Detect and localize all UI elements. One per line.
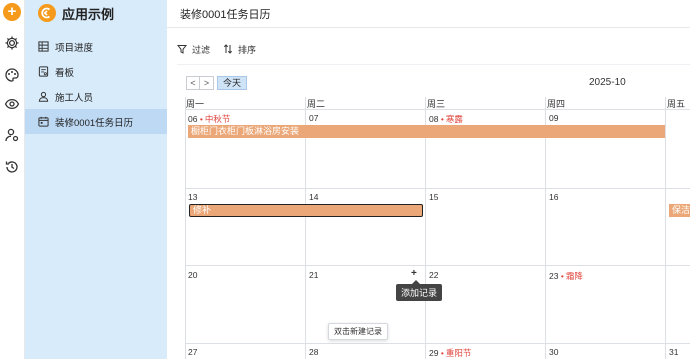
grid-line — [185, 265, 690, 266]
day-cell-date[interactable]: 06 中秋节 — [188, 113, 230, 125]
day-cell-date[interactable]: 27 — [188, 347, 197, 357]
holiday-label: 中秋节 — [200, 114, 231, 124]
event-bar[interactable]: 保洁 — [669, 204, 690, 217]
toolbar-divider — [177, 64, 690, 65]
filter-label: 过滤 — [192, 44, 211, 55]
sidebar-item-workers[interactable]: 施工人员 — [25, 84, 167, 109]
current-month: 2025-10 — [589, 77, 626, 88]
sidebar-item-task-calendar[interactable]: 装修0001任务日历 — [25, 109, 167, 134]
person-icon — [38, 91, 49, 102]
filter-button[interactable]: 过滤 — [177, 43, 210, 56]
filter-icon — [177, 45, 187, 54]
day-cell-date[interactable]: 31 — [669, 347, 678, 357]
holiday-label: 重阳节 — [441, 348, 472, 358]
settings-icon[interactable] — [4, 35, 20, 51]
sort-icon — [223, 44, 233, 54]
event-bar-selected[interactable]: 修补 — [189, 204, 423, 217]
day-cell-date[interactable]: 29 重阳节 — [429, 347, 471, 359]
app-logo-icon — [38, 4, 56, 22]
day-cell-date[interactable]: 23 霜降 — [549, 270, 583, 282]
next-month-button[interactable]: > — [200, 76, 214, 90]
holiday-label: 霜降 — [561, 271, 583, 281]
grid-line — [185, 109, 690, 110]
today-button[interactable]: 今天 — [217, 76, 248, 90]
sidebar-nav: 项目进度 看板 施工人员 装修0001任务日历 — [25, 34, 167, 134]
sidebar-item-label: 项目进度 — [55, 42, 94, 54]
history-icon[interactable] — [4, 159, 20, 175]
sidebar-item-board[interactable]: 看板 — [25, 59, 167, 84]
toolbar: 过滤 排序 — [177, 40, 269, 58]
day-cell-date[interactable]: 22 — [429, 270, 438, 280]
brand: 应用示例 — [38, 3, 114, 23]
day-cell-date[interactable]: 15 — [429, 192, 438, 202]
day-cell-date[interactable]: 30 — [549, 347, 558, 357]
prev-month-button[interactable]: < — [186, 76, 200, 90]
grid-icon — [38, 41, 49, 52]
sort-label: 排序 — [238, 44, 257, 55]
double-click-hint: 双击新建记录 — [328, 323, 388, 340]
calendar-grid: 周一 周二 周三 周四 周五 06 中秋节 07 08 寒露 09 橱柜门衣柜门… — [185, 97, 690, 359]
grid-line — [185, 97, 186, 359]
user-settings-icon[interactable] — [4, 127, 20, 143]
page-title: 装修0001任务日历 — [180, 9, 271, 21]
header-divider — [167, 27, 690, 28]
sidebar-item-label: 装修0001任务日历 — [55, 117, 134, 129]
grid-line — [185, 343, 690, 344]
palette-icon[interactable] — [4, 67, 20, 83]
sidebar-item-label: 看板 — [55, 67, 75, 79]
eye-icon[interactable] — [4, 96, 20, 112]
weekday-header: 周一 — [186, 99, 205, 109]
add-icon[interactable]: + — [3, 3, 21, 21]
weekday-header: 周二 — [307, 99, 326, 109]
board-icon — [38, 66, 49, 77]
day-cell-date[interactable]: 09 — [549, 113, 558, 123]
day-cell-date[interactable]: 14 — [309, 192, 318, 202]
day-cell-date[interactable]: 08 寒露 — [429, 113, 463, 125]
add-record-button[interactable]: + — [411, 268, 417, 279]
weekday-header: 周五 — [667, 99, 686, 109]
sidebar-item-project-progress[interactable]: 项目进度 — [25, 34, 167, 59]
day-cell-date[interactable]: 13 — [188, 192, 197, 202]
weekday-header: 周四 — [547, 99, 566, 109]
holiday-label: 寒露 — [441, 114, 463, 124]
sidebar: 应用示例 项目进度 看板 施工人员 装修0001任务日历 — [25, 0, 167, 359]
sidebar-item-label: 施工人员 — [55, 92, 94, 104]
add-record-tooltip: 添加记录 — [396, 280, 443, 301]
sort-button[interactable]: 排序 — [223, 43, 256, 56]
calendar-nav: < > 今天 — [186, 76, 248, 90]
weekday-header: 周三 — [427, 99, 446, 109]
day-cell-date[interactable]: 21 — [309, 270, 318, 280]
app-title: 应用示例 — [62, 6, 115, 22]
icon-rail: + — [0, 0, 25, 359]
main-area: 装修0001任务日历 过滤 排序 < > 今天 2025-10 周一 周二 周三… — [167, 0, 690, 359]
day-cell-date[interactable]: 28 — [309, 347, 318, 357]
event-bar[interactable]: 橱柜门衣柜门板淋浴房安装 — [188, 125, 665, 138]
day-cell-date[interactable]: 20 — [188, 270, 197, 280]
grid-line — [665, 97, 666, 359]
grid-line — [185, 188, 690, 189]
calendar-icon — [38, 116, 49, 127]
day-cell-date[interactable]: 16 — [549, 192, 558, 202]
day-cell-date[interactable]: 07 — [309, 113, 318, 123]
